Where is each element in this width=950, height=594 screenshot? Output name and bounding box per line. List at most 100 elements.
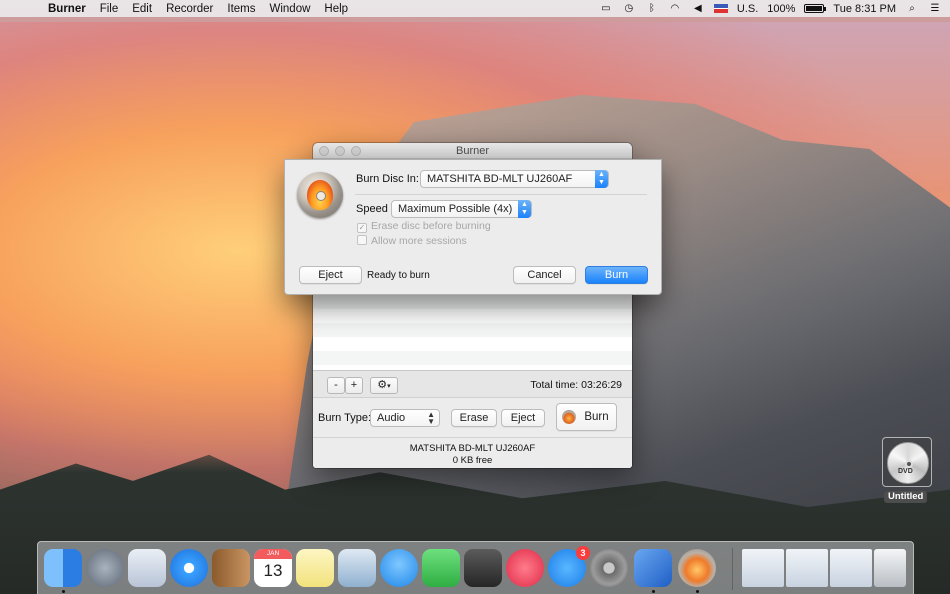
drive-status: MATSHITA BD-MLT UJ260AF 0 KB free xyxy=(313,437,632,468)
zoom-button[interactable] xyxy=(351,146,361,156)
allow-sessions-checkbox[interactable]: Allow more sessions xyxy=(357,235,467,247)
burn-type-popup[interactable]: Audio ▲ ▼ xyxy=(370,409,440,427)
xcode-icon[interactable] xyxy=(634,549,672,587)
erase-disc-checkbox[interactable]: ✓ Erase disc before burning xyxy=(357,220,491,233)
time-machine-icon[interactable]: ◷ xyxy=(622,3,636,15)
burn-status: Ready to burn xyxy=(367,270,430,281)
burner-app-icon xyxy=(562,410,576,424)
sheet-eject-button[interactable]: Eject xyxy=(299,266,362,284)
sheet-burn-button[interactable]: Burn xyxy=(585,266,648,284)
burner-app-icon xyxy=(297,172,343,218)
menu-extra-icon[interactable]: ▭ xyxy=(599,3,613,15)
remove-item-button[interactable]: - xyxy=(327,377,345,394)
dock-separator xyxy=(732,548,733,590)
list-row[interactable] xyxy=(313,351,632,365)
safari-icon[interactable] xyxy=(170,549,208,587)
spotlight-icon[interactable]: ⌕ xyxy=(905,3,919,15)
close-button[interactable] xyxy=(319,146,329,156)
contacts-icon[interactable] xyxy=(212,549,250,587)
burn-sheet: Burn Disc In: MATSHITA BD-MLT UJ260AF ▲ ▼… xyxy=(284,159,662,295)
minimized-window-icon[interactable] xyxy=(786,549,828,587)
erase-button[interactable]: Erase xyxy=(451,409,497,427)
cancel-button[interactable]: Cancel xyxy=(513,266,576,284)
battery-percent[interactable]: 100% xyxy=(767,3,795,15)
launchpad-icon[interactable] xyxy=(86,549,124,587)
action-menu-button[interactable]: ⚙▾ xyxy=(370,377,398,394)
checkmark-icon: ✓ xyxy=(357,223,367,233)
burner-dock-icon[interactable] xyxy=(678,549,716,587)
dvd-icon-text: DVD xyxy=(898,468,913,475)
battery-icon[interactable] xyxy=(804,4,827,13)
separator xyxy=(355,194,647,195)
list-row[interactable] xyxy=(313,323,632,337)
free-space: 0 KB free xyxy=(452,455,493,466)
app-store-badge: 3 xyxy=(576,546,590,560)
menu-list: Burner File Edit Recorder Items Window H… xyxy=(41,3,355,15)
system-preferences-icon[interactable] xyxy=(590,549,628,587)
burn-disc-in-value: MATSHITA BD-MLT UJ260AF xyxy=(427,173,573,185)
popup-arrows-icon: ▲ ▼ xyxy=(595,170,608,188)
notes-icon[interactable] xyxy=(296,549,334,587)
burn-disc-in-popup[interactable]: MATSHITA BD-MLT UJ260AF ▲ ▼ xyxy=(420,170,609,188)
burn-type-value: Audio xyxy=(377,412,406,424)
menu-clock[interactable]: Tue 8:31 PM xyxy=(833,3,896,15)
photo-booth-icon[interactable] xyxy=(464,549,502,587)
menu-file[interactable]: File xyxy=(93,3,126,15)
list-row[interactable] xyxy=(313,337,632,351)
calendar-day: 13 xyxy=(263,561,283,580)
volume-icon[interactable]: ◀ xyxy=(691,3,705,15)
window-titlebar[interactable]: Burner xyxy=(313,143,632,159)
add-item-button[interactable]: + xyxy=(345,377,363,394)
minimized-window-icon[interactable] xyxy=(742,549,784,587)
burn-controls: Burn Type: Audio ▲ ▼ Erase Eject Burn xyxy=(313,397,632,437)
speed-popup[interactable]: Maximum Possible (4x) ▲ ▼ xyxy=(391,200,532,218)
burn-type-label: Burn Type: xyxy=(318,412,371,424)
status-area: ▭ ◷ ᛒ ◠ ◀ U.S. 100% Tue 8:31 PM ⌕ ☰ xyxy=(599,0,942,17)
menu-app-name[interactable]: Burner xyxy=(41,3,93,15)
total-time: Total time: 03:26:29 xyxy=(530,379,622,391)
erase-disc-label: Erase disc before burning xyxy=(371,220,491,232)
calendar-icon[interactable]: JAN 13 xyxy=(254,549,292,587)
list-row[interactable] xyxy=(313,295,632,309)
chevron-down-icon: ▾ xyxy=(387,383,391,390)
menu-window[interactable]: Window xyxy=(263,3,318,15)
messages-icon[interactable] xyxy=(380,549,418,587)
window-eject-button[interactable]: Eject xyxy=(501,409,545,427)
notification-center-icon[interactable]: ☰ xyxy=(928,3,942,15)
menu-recorder[interactable]: Recorder xyxy=(159,3,220,15)
menu-items[interactable]: Items xyxy=(220,3,262,15)
window-burn-button[interactable]: Burn xyxy=(556,403,617,431)
dvd-volume-label[interactable]: Untitled xyxy=(884,491,928,503)
popup-arrows-icon: ▲ ▼ xyxy=(427,410,435,426)
app-store-icon[interactable]: 3 xyxy=(548,546,590,587)
disc-hole xyxy=(905,460,913,468)
dock: JAN 13 3 xyxy=(37,541,914,594)
track-list[interactable] xyxy=(313,295,632,370)
drive-name: MATSHITA BD-MLT UJ260AF xyxy=(409,443,536,454)
finder-icon[interactable] xyxy=(44,549,82,587)
gear-icon: ⚙ xyxy=(377,379,388,391)
burn-button-label: Burn xyxy=(584,411,609,423)
popup-arrows-icon: ▲ ▼ xyxy=(518,200,531,218)
itunes-icon[interactable] xyxy=(506,549,544,587)
running-indicator xyxy=(652,590,655,593)
flag-icon[interactable] xyxy=(713,4,728,13)
mail-icon[interactable] xyxy=(128,549,166,587)
minimized-window-icon[interactable] xyxy=(830,549,872,587)
running-indicator xyxy=(62,590,65,593)
allow-sessions-label: Allow more sessions xyxy=(371,235,467,247)
input-source-label[interactable]: U.S. xyxy=(737,3,758,15)
menu-edit[interactable]: Edit xyxy=(125,3,159,15)
wifi-icon[interactable]: ◠ xyxy=(668,3,682,15)
menu-help[interactable]: Help xyxy=(317,3,355,15)
facetime-icon[interactable] xyxy=(422,549,460,587)
calendar-month: JAN xyxy=(254,549,292,559)
preview-icon[interactable] xyxy=(338,549,376,587)
bluetooth-icon[interactable]: ᛒ xyxy=(645,3,659,15)
minimize-button[interactable] xyxy=(335,146,345,156)
dvd-disc-icon[interactable]: DVD xyxy=(882,437,932,487)
checkbox-icon xyxy=(357,235,367,245)
list-row[interactable] xyxy=(313,309,632,323)
trash-icon[interactable] xyxy=(874,549,906,587)
burn-disc-in-label: Burn Disc In: xyxy=(356,173,419,185)
